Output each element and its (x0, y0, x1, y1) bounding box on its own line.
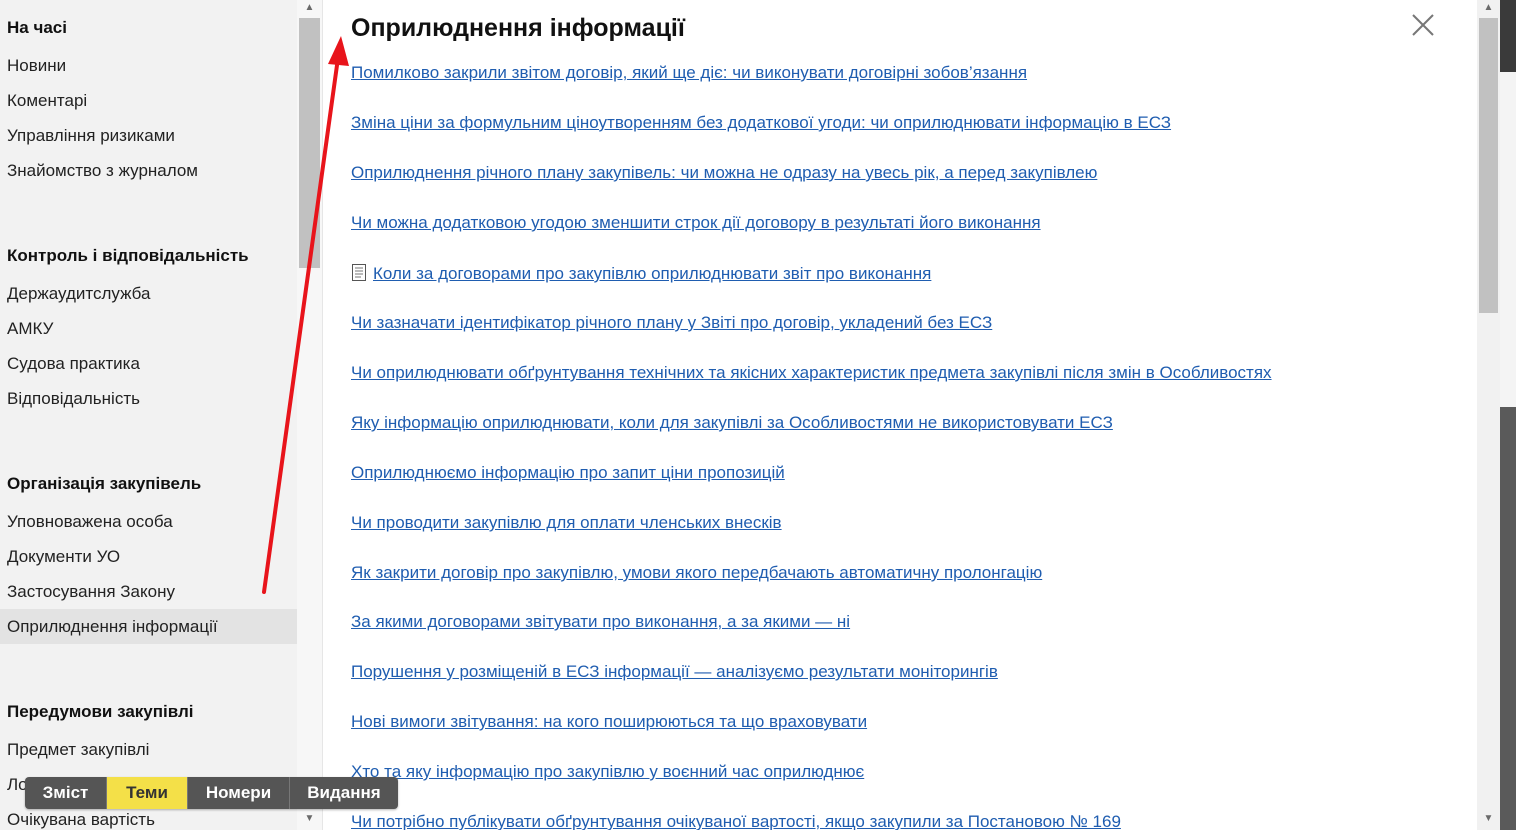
close-icon[interactable] (1408, 10, 1438, 40)
article-link[interactable]: Нові вимоги звітування: на кого поширюют… (351, 712, 867, 732)
sidebar-item-news[interactable]: Новини (0, 48, 297, 83)
content-scroll-thumb[interactable] (1479, 18, 1498, 313)
background-window (1500, 0, 1516, 830)
tab-contents[interactable]: Зміст (25, 777, 107, 809)
article-link[interactable]: Чи зазначати ідентифікатор річного плану… (351, 313, 992, 333)
bottom-tab-bar: Зміст Теми Номери Видання (25, 777, 398, 809)
article-link[interactable]: Хто та яку інформацію про закупівлю у во… (351, 762, 864, 782)
section-title: Передумови закупівлі (7, 702, 194, 721)
chevron-down-icon[interactable]: ▼ (299, 811, 320, 827)
sidebar-scrollbar[interactable]: ▲ ▼ (297, 0, 322, 830)
page-title: Оприлюднення інформації (351, 14, 685, 42)
section-title: Контроль і відповідальність (7, 246, 249, 265)
article-link[interactable]: Оприлюднення річного плану закупівель: ч… (351, 163, 1097, 183)
chevron-up-icon[interactable]: ▲ (1478, 0, 1499, 16)
article-link[interactable]: Як закрити договір про закупівлю, умови … (351, 563, 1042, 583)
sidebar-item-law-application[interactable]: Застосування Закону (0, 574, 297, 609)
sidebar-item-comments[interactable]: Коментарі (0, 83, 297, 118)
sidebar-item-journal-intro[interactable]: Знайомство з журналом (0, 153, 297, 188)
sidebar-scroll-thumb[interactable] (299, 18, 320, 268)
content-scrollbar[interactable]: ▲ ▼ (1477, 0, 1500, 830)
section-title: Організація закупівель (7, 474, 202, 493)
sidebar-item-amku[interactable]: АМКУ (0, 311, 297, 346)
article-link[interactable]: За якими договорами звітувати про викона… (351, 612, 850, 632)
article-link[interactable]: Яку інформацію оприлюднювати, коли для з… (351, 413, 1113, 433)
sidebar-item-responsibility[interactable]: Відповідальність (0, 381, 297, 416)
sidebar-item-state-audit[interactable]: Держаудитслужба (0, 276, 297, 311)
sidebar-item-procurement-subject[interactable]: Предмет закупівлі (0, 732, 297, 767)
sidebar-item-documents[interactable]: Документи УО (0, 539, 297, 574)
article-link[interactable]: Чи можна додатковою угодою зменшити стро… (351, 213, 1041, 233)
section-title: На часі (7, 18, 67, 37)
sidebar-item-risk-management[interactable]: Управління ризиками (0, 118, 297, 153)
article-link[interactable]: Коли за договорами про закупівлю оприлюд… (351, 263, 931, 284)
article-link[interactable]: Порушення у розміщеній в ЕСЗ інформації … (351, 662, 998, 682)
tab-issues[interactable]: Номери (188, 777, 290, 809)
sidebar-item-authorized-person[interactable]: Уповноважена особа (0, 504, 297, 539)
tab-topics[interactable]: Теми (107, 777, 188, 809)
content-panel: Оприлюднення інформації Помилково закрил… (323, 0, 1477, 830)
chevron-down-icon[interactable]: ▼ (1478, 811, 1499, 827)
article-link[interactable]: Чи оприлюднювати обґрунтування технічних… (351, 363, 1272, 383)
document-icon (351, 263, 367, 282)
tab-editions[interactable]: Видання (290, 777, 398, 809)
sidebar-item-court-practice[interactable]: Судова практика (0, 346, 297, 381)
article-link[interactable]: Чи проводити закупівлю для оплати членсь… (351, 513, 782, 533)
article-link[interactable]: Помилково закрили звітом договір, який щ… (351, 63, 1027, 83)
article-link[interactable]: Чи потрібно публікувати обґрунтування оч… (351, 812, 1121, 830)
sidebar-item-info-publication[interactable]: Оприлюднення інформації (0, 609, 297, 644)
article-link[interactable]: Оприлюднюємо інформацію про запит ціни п… (351, 463, 785, 483)
chevron-up-icon[interactable]: ▲ (299, 0, 320, 16)
sidebar: На часі Новини Коментарі Управління ризи… (0, 0, 297, 830)
article-link[interactable]: Зміна ціни за формульним ціноутворенням … (351, 113, 1171, 133)
article-link-text: Коли за договорами про закупівлю оприлюд… (373, 264, 932, 283)
